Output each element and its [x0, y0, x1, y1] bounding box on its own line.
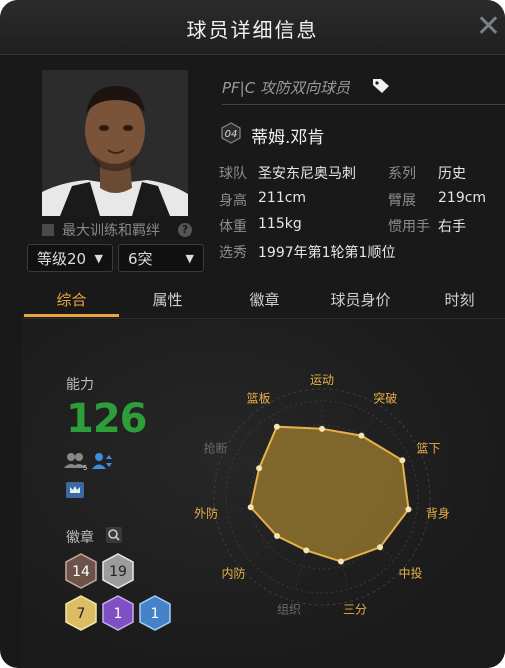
weight-label: 体重: [219, 219, 247, 235]
jersey-number-badge: 04: [221, 122, 241, 144]
badges-label: 徽章: [66, 530, 94, 546]
radar-point: [337, 558, 344, 565]
player-name: 蒂姆.邓肯: [251, 128, 325, 148]
chevron-down-icon: ▼: [94, 252, 103, 265]
badge-count-purple-value: 1: [114, 606, 123, 622]
badge-search-button[interactable]: [106, 527, 122, 543]
player-detail-panel: 球员详细信息 ✕ 最大训练和羁绊 ? 等级20 ▼ 6突 ▼ PF|C 攻防双向…: [0, 0, 505, 668]
tab-overview[interactable]: 综合: [24, 289, 119, 310]
badge-count-purple[interactable]: 1: [100, 594, 136, 632]
badge-count-gold-value: 7: [77, 606, 86, 622]
height-label: 身高: [219, 193, 247, 209]
synergy-icon: [92, 453, 112, 469]
player-photo: [42, 70, 188, 216]
tag-icon: [373, 79, 389, 93]
divider: [222, 104, 505, 105]
ability-value: 126: [66, 396, 147, 442]
radar-axis-label: 抢断: [203, 440, 227, 455]
tab-moments[interactable]: 时刻: [412, 289, 505, 310]
active-tab-indicator: [24, 314, 119, 317]
crown-badge-icon: [66, 482, 84, 498]
radar-point: [399, 457, 406, 464]
tab-badges[interactable]: 徽章: [217, 289, 312, 310]
height-value: 211cm: [258, 190, 307, 206]
radar-axis-label: 篮下: [417, 440, 441, 455]
draft-label: 选秀: [219, 245, 247, 261]
radar-axis-label: 内防: [221, 566, 245, 581]
badge-count-silver-value: 19: [109, 564, 127, 580]
radar-axis-label: 组织: [277, 602, 301, 616]
jersey-number: 04: [225, 129, 238, 140]
radar-axis-label: 篮板: [247, 390, 271, 405]
team-label: 球队: [219, 166, 247, 182]
team-value: 圣安东尼奥马刺: [258, 166, 356, 182]
badge-count-bronze[interactable]: 14: [63, 552, 99, 590]
ability-label: 能力: [66, 377, 94, 393]
wingspan-value: 219cm: [438, 190, 487, 206]
wingspan-label: 臂展: [388, 193, 416, 209]
max-training-checkbox[interactable]: [42, 224, 54, 236]
radar-point: [274, 532, 281, 539]
badge-count-silver[interactable]: 19: [100, 552, 136, 590]
breakthrough-select[interactable]: 6突 ▼: [118, 244, 204, 272]
radar-point: [303, 547, 310, 554]
radar-point: [319, 425, 325, 432]
radar-axis-label: 中投: [399, 566, 423, 581]
radar-point: [247, 504, 254, 511]
hand-value: 右手: [438, 219, 466, 235]
radar-axis-label: 突破: [373, 390, 397, 405]
team-chemistry-icon: 5: [64, 453, 87, 471]
help-icon[interactable]: ?: [178, 223, 192, 237]
radar-axis-label: 三分: [343, 602, 367, 616]
badge-count-bronze-value: 14: [72, 564, 90, 580]
radar-axis-label: 运动: [310, 373, 334, 387]
radar-point: [256, 465, 263, 472]
radar-point: [273, 423, 280, 430]
radar-point: [377, 544, 384, 551]
level-select[interactable]: 等级20 ▼: [27, 244, 113, 272]
close-icon[interactable]: ✕: [476, 12, 501, 42]
chevron-down-icon: ▼: [185, 252, 194, 265]
radar-axis-label: 背身: [426, 506, 450, 521]
tab-player-value[interactable]: 球员身价: [313, 289, 408, 310]
radar-value-area: [249, 425, 410, 563]
radar-point: [405, 506, 412, 513]
draft-value: 1997年第1轮第1顺位: [258, 245, 396, 261]
hand-label: 惯用手: [388, 219, 430, 235]
level-select-value: 等级20: [37, 250, 87, 268]
panel-title: 球员详细信息: [186, 18, 319, 42]
radar-axis-label: 外防: [194, 506, 218, 521]
series-value: 历史: [438, 166, 466, 182]
weight-value: 115kg: [258, 216, 302, 232]
badge-count-gold[interactable]: 7: [63, 594, 99, 632]
max-training-label: 最大训练和羁绊: [62, 223, 160, 239]
breakthrough-select-value: 6突: [128, 250, 153, 268]
radar-point: [358, 432, 365, 439]
search-icon: [108, 529, 120, 541]
team-chemistry-count: 5: [83, 464, 87, 471]
title-bar: 球员详细信息 ✕: [0, 0, 505, 55]
tab-attributes[interactable]: 属性: [120, 289, 215, 310]
ability-radar-chart: 运动突破篮下背身中投三分 组织 内防 外防 抢断 篮板: [194, 373, 450, 616]
player-position: PF|C 攻防双向球员: [222, 79, 350, 97]
series-label: 系列: [388, 166, 416, 182]
